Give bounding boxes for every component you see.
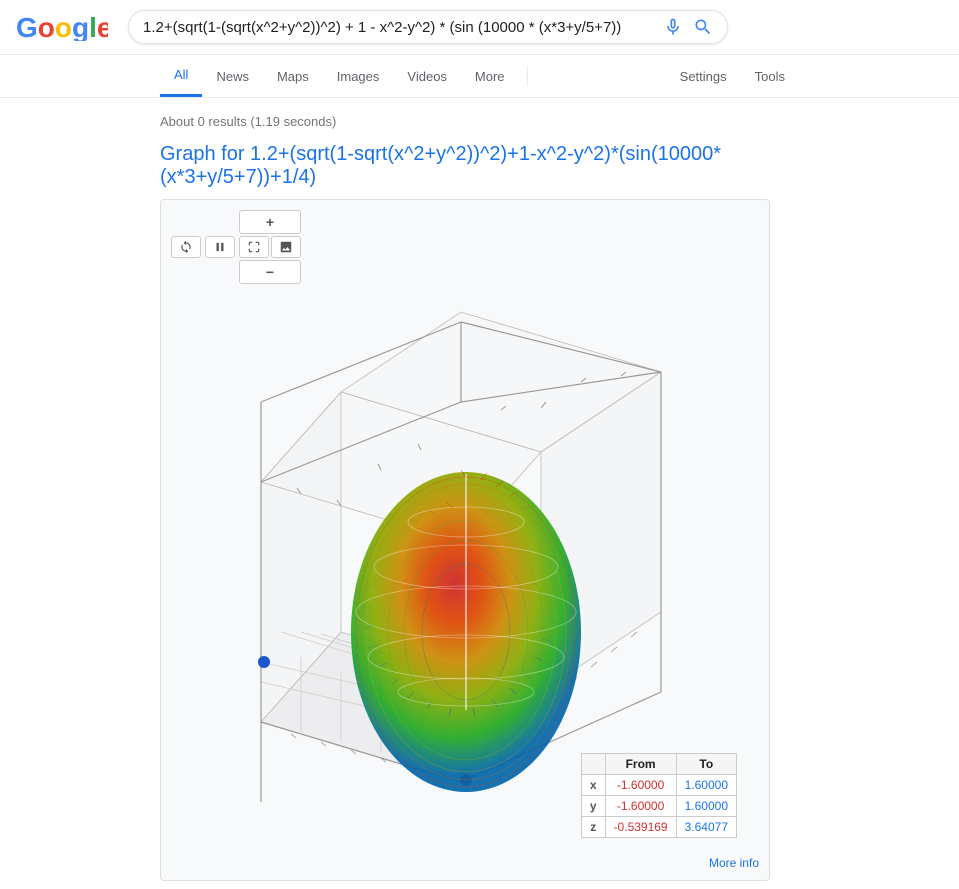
navigation: All News Maps Images Videos More Setting… — [0, 55, 959, 98]
search-icons — [663, 17, 713, 37]
zoom-controls: + − — [239, 210, 301, 284]
graph-container: + − — [160, 199, 770, 881]
nav-item-videos[interactable]: Videos — [393, 57, 461, 96]
microphone-button[interactable] — [663, 17, 683, 37]
nav-item-news[interactable]: News — [202, 57, 263, 96]
range-col-to: To — [676, 754, 736, 775]
results-area: About 0 results (1.19 seconds) Graph for… — [0, 98, 959, 889]
nav-item-settings[interactable]: Settings — [666, 57, 741, 96]
range-table: From To x -1.60000 1.60000 y -1.60000 1.… — [581, 753, 737, 838]
zoom-in-button[interactable]: + — [239, 210, 301, 234]
nav-item-images[interactable]: Images — [323, 57, 394, 96]
rotate-button[interactable] — [171, 236, 201, 258]
range-row-y: y -1.60000 1.60000 — [581, 796, 736, 817]
search-input[interactable] — [143, 19, 663, 36]
range-col-from: From — [605, 754, 676, 775]
graph-heading-prefix: Graph for — [160, 143, 250, 165]
nav-item-more[interactable]: More — [461, 57, 519, 96]
result-stats: About 0 results (1.19 seconds) — [160, 114, 799, 129]
search-button[interactable] — [693, 17, 713, 37]
search-bar — [128, 10, 728, 44]
range-row-z: z -0.539169 3.64077 — [581, 817, 736, 838]
nav-separator — [527, 66, 528, 86]
fit-buttons — [239, 236, 301, 258]
range-col-label — [581, 754, 605, 775]
more-info-link[interactable]: More info — [171, 856, 759, 870]
range-row-x: x -1.60000 1.60000 — [581, 775, 736, 796]
fit-button[interactable] — [239, 236, 269, 258]
graph-canvas[interactable]: From To x -1.60000 1.60000 y -1.60000 1.… — [171, 292, 751, 852]
zoom-out-button[interactable]: − — [239, 260, 301, 284]
svg-text:Google: Google — [16, 12, 108, 41]
header: Google — [0, 0, 959, 55]
nav-item-all[interactable]: All — [160, 55, 202, 97]
pause-button[interactable] — [205, 236, 235, 258]
graph-heading: Graph for 1.2+(sqrt(1-sqrt(x^2+y^2))^2)+… — [160, 143, 799, 189]
screenshot-button[interactable] — [271, 236, 301, 258]
nav-item-maps[interactable]: Maps — [263, 57, 323, 96]
nav-item-tools[interactable]: Tools — [741, 57, 799, 96]
google-logo[interactable]: Google — [16, 11, 108, 44]
graph-controls: + − — [171, 210, 759, 284]
